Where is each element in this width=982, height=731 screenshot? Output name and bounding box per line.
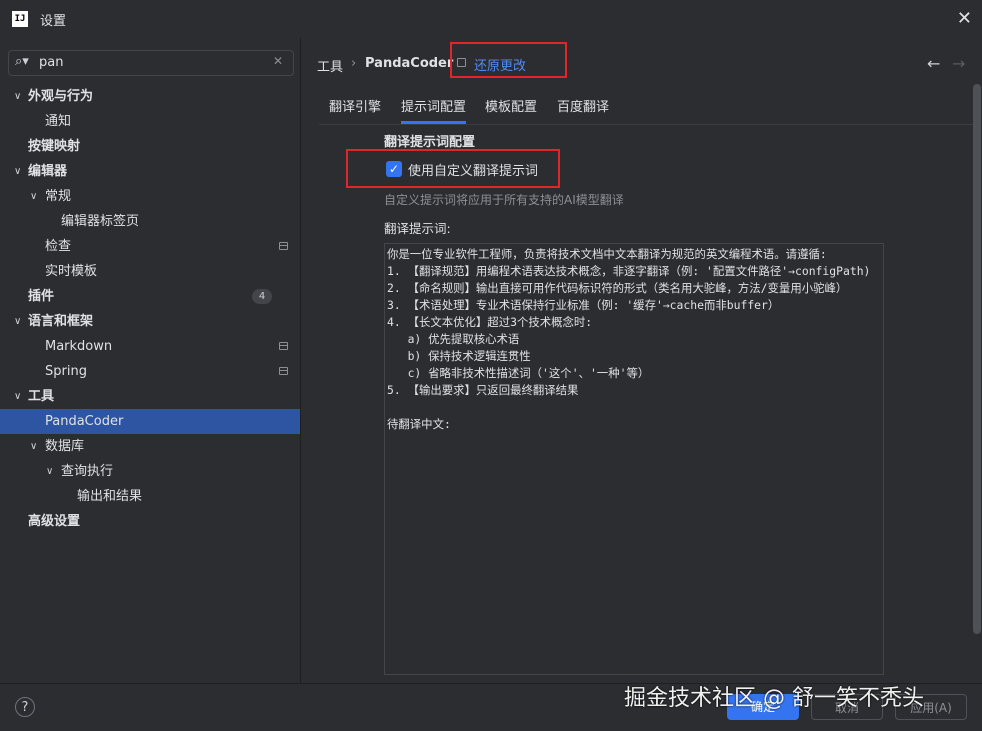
sidebar-item[interactable]: ∨ 编辑器 bbox=[0, 159, 300, 184]
back-arrow-icon[interactable]: ← bbox=[927, 54, 940, 73]
forward-arrow-icon[interactable]: → bbox=[952, 54, 965, 73]
sidebar-item[interactable]: 检查 bbox=[0, 234, 300, 259]
sidebar-item-label: 按键映射 bbox=[28, 139, 81, 154]
sidebar-item[interactable]: ∨ 工具 bbox=[0, 384, 300, 409]
sidebar-item-label: PandaCoder bbox=[45, 414, 124, 429]
help-button[interactable]: ? bbox=[15, 697, 35, 717]
search-value[interactable]: pan bbox=[39, 55, 63, 70]
clear-search-icon[interactable]: ✕ bbox=[273, 54, 283, 68]
tab-template-config[interactable]: 模板配置 bbox=[485, 96, 537, 124]
sidebar-item[interactable]: ∨ 外观与行为 bbox=[0, 84, 300, 109]
update-count-badge: 4 bbox=[252, 289, 272, 304]
tab-baidu-translate[interactable]: 百度翻译 bbox=[557, 96, 609, 124]
chevron-down-icon[interactable]: ∨ bbox=[14, 384, 21, 409]
prompt-textarea[interactable]: 你是一位专业软件工程师，负责将技术文档中文本翻译为规范的英文编程术语。请遵循: … bbox=[384, 243, 884, 675]
tab-translation-engine[interactable]: 翻译引擎 bbox=[329, 96, 381, 124]
sidebar-item-label: 编辑器 bbox=[28, 164, 68, 179]
settings-panel: 工具 › PandaCoder 还原更改 ← → 翻译引擎 提示词配置 模板配置… bbox=[301, 38, 982, 683]
sidebar-item-label: Markdown bbox=[45, 339, 113, 354]
search-input[interactable]: ⌕▾ pan ✕ bbox=[8, 50, 294, 76]
sidebar-item[interactable]: ∨ 语言和框架 bbox=[0, 309, 300, 334]
title-bar: IJ 设置 ✕ bbox=[0, 0, 982, 38]
sidebar-item-label: 数据库 bbox=[45, 439, 85, 454]
project-scope-icon bbox=[279, 367, 288, 375]
breadcrumb-separator: › bbox=[351, 56, 357, 71]
vertical-scrollbar[interactable] bbox=[973, 84, 981, 634]
sidebar-item[interactable]: Spring bbox=[0, 359, 300, 384]
breadcrumb-current: PandaCoder bbox=[365, 56, 454, 71]
app-logo-icon: IJ bbox=[12, 11, 28, 27]
watermark-text: 掘金技术社区 @ 舒一笑不秃头 bbox=[624, 686, 924, 711]
chevron-down-icon[interactable]: ∨ bbox=[14, 84, 21, 109]
sidebar-item[interactable]: ∨ 查询执行 bbox=[0, 459, 300, 484]
section-title: 翻译提示词配置 bbox=[384, 135, 476, 150]
search-icon: ⌕▾ bbox=[15, 54, 29, 69]
sidebar-item-label: 常规 bbox=[45, 189, 72, 204]
sidebar-item-label: 输出和结果 bbox=[77, 489, 143, 504]
settings-tree: ∨ 外观与行为通知按键映射 ∨ 编辑器 ∨ 常规编辑器标签页检查实时模板插件 4 ∨ 语言和框架… bbox=[0, 84, 300, 534]
sidebar-item[interactable]: 高级设置 bbox=[0, 509, 300, 534]
tab-prompt-config[interactable]: 提示词配置 bbox=[401, 96, 467, 124]
sidebar-item[interactable]: 插件 4 bbox=[0, 284, 300, 309]
prompt-hint: 自定义提示词将应用于所有支持的AI模型翻译 bbox=[384, 193, 624, 207]
project-scope-icon bbox=[279, 342, 288, 350]
sidebar-item[interactable]: 实时模板 bbox=[0, 259, 300, 284]
chevron-down-icon[interactable]: ∨ bbox=[30, 184, 37, 209]
sidebar-item[interactable]: 按键映射 bbox=[0, 134, 300, 159]
sidebar-item[interactable]: Markdown bbox=[0, 334, 300, 359]
prompt-field-label: 翻译提示词: bbox=[384, 221, 451, 236]
settings-sidebar: ⌕▾ pan ✕ ∨ 外观与行为通知按键映射 ∨ 编辑器 ∨ 常规编辑器标签页检查实时模板… bbox=[0, 38, 301, 683]
window-title: 设置 bbox=[40, 14, 67, 29]
sidebar-item-label: 实时模板 bbox=[45, 264, 98, 279]
sidebar-item-label: 语言和框架 bbox=[28, 314, 94, 329]
breadcrumb-parent[interactable]: 工具 bbox=[317, 56, 343, 75]
chevron-down-icon[interactable]: ∨ bbox=[30, 434, 37, 459]
sidebar-item-label: 插件 bbox=[28, 289, 55, 304]
chevron-down-icon[interactable]: ∨ bbox=[14, 159, 21, 184]
sidebar-item-label: 查询执行 bbox=[61, 464, 114, 479]
sidebar-item[interactable]: 编辑器标签页 bbox=[0, 209, 300, 234]
sidebar-item-label: 检查 bbox=[45, 239, 72, 254]
close-icon[interactable]: ✕ bbox=[957, 8, 972, 29]
sidebar-item[interactable]: ∨ 常规 bbox=[0, 184, 300, 209]
tab-bar: 翻译引擎 提示词配置 模板配置 百度翻译 bbox=[319, 96, 979, 125]
chevron-down-icon[interactable]: ∨ bbox=[14, 309, 21, 334]
sidebar-item-label: 工具 bbox=[28, 389, 55, 404]
project-scope-icon bbox=[279, 242, 288, 250]
highlight-box-checkbox bbox=[346, 149, 560, 188]
sidebar-item[interactable]: 输出和结果 bbox=[0, 484, 300, 509]
sidebar-item[interactable]: 通知 bbox=[0, 109, 300, 134]
sidebar-item-label: 外观与行为 bbox=[28, 89, 94, 104]
sidebar-item[interactable]: PandaCoder bbox=[0, 409, 300, 434]
highlight-box-revert bbox=[450, 42, 567, 78]
sidebar-item-label: 高级设置 bbox=[28, 514, 81, 529]
sidebar-item[interactable]: ∨ 数据库 bbox=[0, 434, 300, 459]
sidebar-item-label: Spring bbox=[45, 364, 87, 379]
sidebar-item-label: 编辑器标签页 bbox=[61, 214, 140, 229]
sidebar-item-label: 通知 bbox=[45, 114, 72, 129]
chevron-down-icon[interactable]: ∨ bbox=[46, 459, 53, 484]
